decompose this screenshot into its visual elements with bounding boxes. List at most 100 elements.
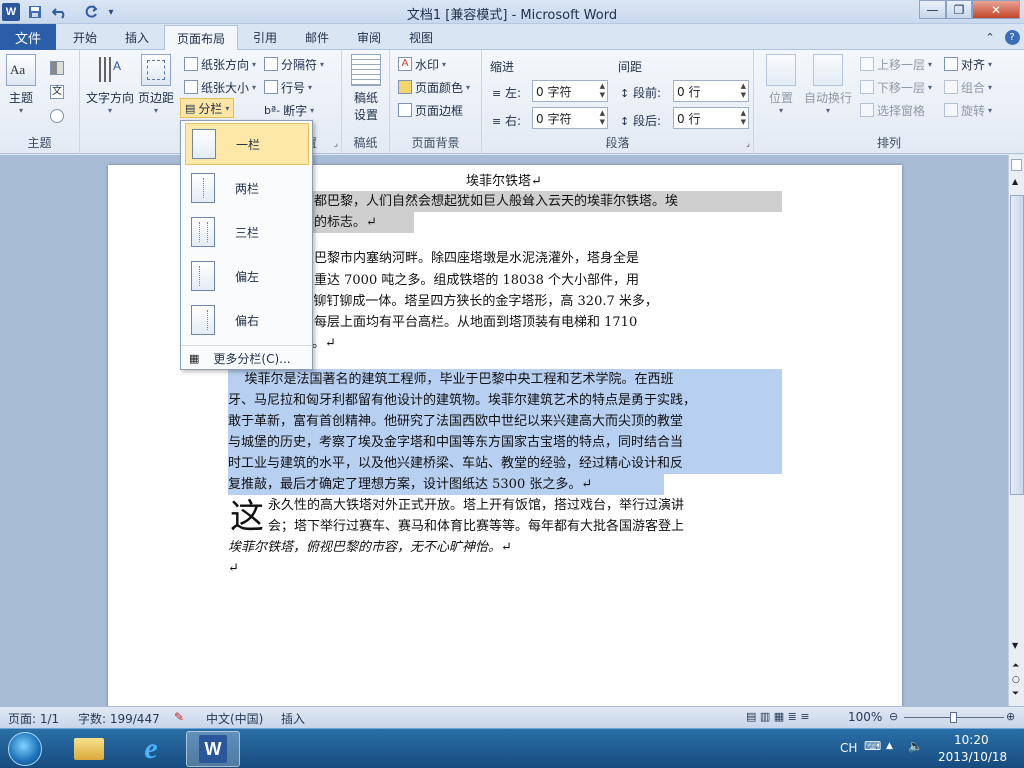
- zoom-out-icon[interactable]: ⊖: [889, 710, 898, 723]
- ruler-toggle-icon[interactable]: [1011, 159, 1022, 171]
- close-button[interactable]: ✕: [972, 0, 1020, 19]
- tab-references[interactable]: 引用: [240, 24, 290, 50]
- volume-icon[interactable]: 🔈: [908, 739, 923, 753]
- align-button[interactable]: 对齐 ▾: [944, 54, 992, 74]
- spacing-after-input[interactable]: 0 行 ▲ ▼: [673, 107, 749, 129]
- scroll-thumb[interactable]: [1010, 195, 1024, 495]
- theme-colors-button[interactable]: [50, 58, 64, 78]
- internet-explorer-icon[interactable]: e: [124, 731, 178, 767]
- spacing-before-input[interactable]: 0 行 ▲ ▼: [673, 80, 749, 102]
- doc-line-8[interactable]: 埃菲尔是法国著名的建筑工程师，毕业于巴黎中央工程和艺术学院。在西班: [228, 369, 782, 390]
- tab-insert[interactable]: 插入: [112, 24, 162, 50]
- status-insert-mode[interactable]: 插入: [281, 710, 305, 727]
- doc-line-14[interactable]: 永久性的高大铁塔对外正式开放。塔上开有饭馆，搭过戏台，举行过演讲: [268, 495, 684, 516]
- ime-indicator[interactable]: CH: [840, 741, 857, 755]
- selection-pane-button[interactable]: 选择窗格: [860, 100, 925, 120]
- doc-line-9[interactable]: 牙、马尼拉和匈牙利都留有他设计的建筑物。埃菲尔建筑艺术的特点是勇于实践，: [228, 390, 782, 411]
- clock-time[interactable]: 10:20: [954, 733, 989, 747]
- indent-right-input[interactable]: 0 字符 ▲ ▼: [532, 107, 608, 129]
- doc-line-11[interactable]: 与城堡的历史，考察了埃及金字塔和中国等东方国家古宝塔的特点，同时结合当: [228, 432, 782, 453]
- spinner-arrows-icon[interactable]: ▲ ▼: [600, 82, 605, 100]
- watermark-button[interactable]: A 水印 ▾: [398, 54, 446, 74]
- columns-left-item[interactable]: 偏左: [185, 255, 309, 297]
- text-direction-button[interactable]: A 文字方向 ▾: [86, 54, 134, 115]
- spinner-arrows-icon[interactable]: ▲ ▼: [600, 109, 605, 127]
- breaks-button[interactable]: 分隔符 ▾: [264, 54, 324, 74]
- columns-right-item[interactable]: 偏右: [185, 299, 309, 341]
- status-page[interactable]: 页面: 1/1: [8, 710, 59, 727]
- file-explorer-icon[interactable]: [62, 731, 116, 767]
- orientation-button[interactable]: 纸张方向 ▾: [184, 54, 256, 74]
- browse-object-icon[interactable]: ○: [1012, 675, 1020, 685]
- columns-button[interactable]: ▤ 分栏 ▾: [180, 98, 235, 118]
- chevron-down-icon: ▾: [108, 106, 113, 115]
- ribbon-minimize-icon[interactable]: ⌃: [980, 24, 1000, 50]
- send-backward-button[interactable]: 下移一层 ▾: [860, 77, 932, 97]
- previous-page-icon[interactable]: ⏶: [1012, 661, 1019, 671]
- next-page-icon[interactable]: ⏷: [1012, 689, 1019, 699]
- group-objects-button[interactable]: 组合 ▾: [944, 77, 992, 97]
- tab-view[interactable]: 视图: [396, 24, 446, 50]
- page-border-button[interactable]: 页面边框: [398, 100, 463, 120]
- columns-one-item[interactable]: 一栏: [185, 123, 309, 165]
- rotate-button[interactable]: 旋转 ▾: [944, 100, 992, 120]
- doc-line-6[interactable]: 层，每层上面均有平台高栏。从地面到塔顶装有电梯和 1710: [288, 312, 637, 333]
- tab-mailings[interactable]: 邮件: [292, 24, 342, 50]
- page-color-button[interactable]: 页面颜色 ▾: [398, 77, 470, 97]
- more-columns-item[interactable]: ▦ 更多分栏(C)...: [185, 347, 309, 369]
- start-button[interactable]: [8, 732, 42, 766]
- drop-cap[interactable]: 这: [230, 498, 264, 536]
- spinner-arrows-icon[interactable]: ▲ ▼: [741, 109, 746, 127]
- vertical-scrollbar[interactable]: ▲ ▼ ⏶ ○ ⏷: [1008, 155, 1024, 706]
- help-icon[interactable]: ?: [1002, 24, 1022, 50]
- zoom-level[interactable]: 100%: [848, 710, 882, 724]
- hyphenation-button[interactable]: bª- 断字 ▾: [264, 100, 314, 120]
- position-button[interactable]: 位置 ▾: [766, 54, 796, 115]
- doc-line-12[interactable]: 时工业与建筑的水平，以及他兴建桥梁、车站、教堂的经验，经过精心设计和反: [228, 453, 782, 474]
- doc-line-7[interactable]: 。↵: [312, 333, 336, 354]
- draft-paper-settings-button[interactable]: 稿纸 设置: [351, 54, 381, 123]
- wrap-text-button[interactable]: 自动换行 ▾: [804, 54, 852, 115]
- scroll-up-icon[interactable]: ▲: [1012, 177, 1018, 186]
- spinner-arrows-icon[interactable]: ▲ ▼: [741, 82, 746, 100]
- minimize-button[interactable]: —: [919, 0, 946, 19]
- tab-home[interactable]: 开始: [58, 24, 112, 50]
- zoom-slider-thumb[interactable]: [950, 712, 957, 723]
- themes-button[interactable]: Aa 主题 ▾: [6, 54, 36, 115]
- doc-line-17[interactable]: ↵: [228, 558, 239, 579]
- tab-page-layout[interactable]: 页面布局: [164, 25, 238, 51]
- maximize-button[interactable]: ❐: [946, 0, 972, 19]
- scroll-down-icon[interactable]: ▼: [1012, 641, 1018, 650]
- dialog-launcher-icon[interactable]: ⌟: [334, 139, 338, 149]
- show-hidden-icons-icon[interactable]: ▲: [886, 741, 893, 751]
- page-size-button[interactable]: 纸张大小 ▾: [184, 77, 256, 97]
- dialog-launcher-icon[interactable]: ⌟: [746, 139, 750, 149]
- doc-line-5[interactable]: 6 个铆钉铆成一体。塔呈四方狭长的金字塔形，高 320.7 米多，: [288, 291, 658, 312]
- margins-button[interactable]: 页边距 ▾: [138, 54, 174, 115]
- doc-line-10[interactable]: 敢于革新，富有首创精神。他研究了法国西欧中世纪以来兴建高大而尖顶的教堂: [228, 411, 782, 432]
- doc-line-15[interactable]: 会；塔下举行过赛车、赛马和体育比赛等等。每年都有大批各国游客登上: [268, 516, 684, 537]
- status-language[interactable]: 中文(中国): [206, 710, 263, 727]
- theme-effects-button[interactable]: [50, 106, 64, 126]
- doc-line-3[interactable]: 建在巴黎市内塞纳河畔。除四座塔墩是水泥浇灌外，塔身全是: [288, 248, 639, 269]
- tab-review[interactable]: 审阅: [344, 24, 394, 50]
- zoom-in-icon[interactable]: ⊕: [1006, 710, 1015, 723]
- columns-two-item[interactable]: 两栏: [185, 167, 309, 209]
- doc-line-13[interactable]: 复推敲，最后才确定了理想方案，设计图纸达 5300 张之多。↵: [228, 474, 664, 495]
- columns-three-item[interactable]: 三栏: [185, 211, 309, 253]
- document-title[interactable]: 埃菲尔铁塔↵: [466, 171, 542, 192]
- keyboard-icon[interactable]: ⌨: [864, 739, 881, 753]
- doc-line-4[interactable]: 构，重达 7000 吨之多。组成铁塔的 18038 个大小部件，用: [288, 270, 639, 291]
- line-numbers-button[interactable]: 行号 ▾: [264, 77, 312, 97]
- doc-line-1[interactable]: 国首都巴黎，人们自然会想起犹如巨人般耸入云天的埃菲尔铁塔。埃: [288, 191, 782, 212]
- bring-forward-button[interactable]: 上移一层 ▾: [860, 54, 932, 74]
- proofing-icon[interactable]: ✎: [174, 710, 184, 724]
- view-buttons[interactable]: ▤ ▥ ▦ ≣ ≡: [746, 710, 810, 723]
- clock-date[interactable]: 2013/10/18: [938, 750, 1007, 764]
- word-taskbar-icon[interactable]: W: [186, 731, 240, 767]
- doc-line-16[interactable]: 埃菲尔铁塔，俯视巴黎的市容，无不心旷神怡。↵: [228, 537, 512, 558]
- indent-left-input[interactable]: 0 字符 ▲ ▼: [532, 80, 608, 102]
- status-word-count[interactable]: 字数: 199/447: [78, 710, 160, 727]
- tab-file[interactable]: 文件: [0, 24, 56, 50]
- theme-fonts-button[interactable]: 文: [50, 82, 64, 102]
